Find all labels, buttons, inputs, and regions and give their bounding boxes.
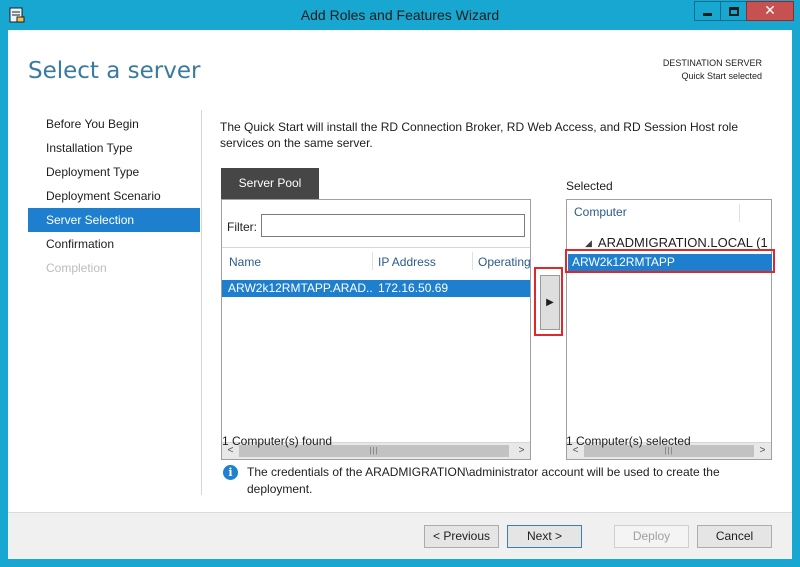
wizard-nav: Before You Begin Installation Type Deplo… — [28, 112, 200, 280]
next-button[interactable]: Next > — [507, 525, 582, 548]
nav-item-installation-type[interactable]: Installation Type — [28, 136, 200, 160]
nav-item-before-you-begin[interactable]: Before You Begin — [28, 112, 200, 136]
tab-server-pool[interactable]: Server Pool — [221, 168, 319, 199]
previous-button[interactable]: < Previous — [424, 525, 499, 548]
column-header-computer[interactable]: Computer — [574, 205, 627, 219]
column-header-operating[interactable]: Operating — [478, 255, 531, 269]
destination-server-label: DESTINATION SERVER — [662, 58, 762, 68]
column-divider[interactable] — [472, 252, 473, 270]
info-text: The credentials of the ARADMIGRATION\adm… — [247, 465, 720, 496]
table-row[interactable]: ARW2k12RMTAPP.ARAD... 172.16.50.69 — [222, 280, 530, 297]
nav-item-deployment-type[interactable]: Deployment Type — [28, 160, 200, 184]
footer-bar: < Previous Next > Deploy Cancel — [8, 512, 792, 559]
title-bar: Add Roles and Features Wizard ✕ — [0, 0, 800, 30]
scroll-right-arrow-icon[interactable]: > — [754, 443, 771, 459]
minimize-icon — [703, 12, 712, 16]
scroll-grip-icon: ||| — [369, 446, 379, 455]
maximize-button[interactable] — [720, 1, 747, 21]
cell-name: ARW2k12RMTAPP.ARAD... — [228, 281, 373, 295]
found-count: 1 Computer(s) found — [222, 434, 333, 448]
column-header-ip-address[interactable]: IP Address — [378, 255, 436, 269]
intro-text: The Quick Start will install the RD Conn… — [220, 120, 738, 150]
column-divider[interactable] — [372, 252, 373, 270]
nav-item-confirmation[interactable]: Confirmation — [28, 232, 200, 256]
arrow-right-icon: ▶ — [546, 297, 554, 308]
window-title: Add Roles and Features Wizard — [300, 7, 500, 23]
selected-count: 1 Computer(s) selected — [566, 434, 691, 448]
add-server-button[interactable]: ▶ — [540, 275, 560, 330]
info-icon: i — [223, 465, 238, 480]
nav-item-server-selection[interactable]: Server Selection — [28, 208, 200, 232]
wizard-client-area: Select a server DESTINATION SERVER Quick… — [8, 30, 792, 559]
domain-group[interactable]: ◢ ARADMIGRATION.LOCAL (1 — [585, 235, 768, 250]
scroll-grip-icon: ||| — [664, 446, 674, 455]
close-button[interactable]: ✕ — [746, 1, 794, 21]
nav-item-deployment-scenario[interactable]: Deployment Scenario — [28, 184, 200, 208]
selected-panel: Computer ◢ ARADMIGRATION.LOCAL (1 ARW2k12… — [566, 199, 772, 460]
minimize-button[interactable] — [694, 1, 721, 21]
deploy-button: Deploy — [614, 525, 689, 548]
maximize-icon — [728, 6, 739, 16]
cancel-button[interactable]: Cancel — [697, 525, 772, 548]
domain-group-label: ARADMIGRATION.LOCAL (1 — [597, 235, 768, 250]
cell-ip-address: 172.16.50.69 — [378, 281, 449, 295]
destination-server: DESTINATION SERVER Quick Start selected — [663, 57, 762, 83]
close-icon: ✕ — [764, 3, 776, 19]
destination-server-value: Quick Start selected — [681, 71, 762, 81]
page-title: Select a server — [28, 58, 201, 84]
column-divider[interactable] — [739, 204, 740, 222]
nav-divider — [201, 110, 202, 495]
filter-input[interactable] — [261, 214, 525, 237]
filter-label: Filter: — [227, 220, 257, 234]
scroll-right-arrow-icon[interactable]: > — [513, 443, 530, 459]
column-header-name[interactable]: Name — [229, 255, 261, 269]
server-pool-header: Name IP Address Operating — [222, 247, 531, 273]
nav-item-completion: Completion — [46, 261, 107, 275]
selected-row-highlight — [565, 249, 775, 273]
collapse-triangle-icon[interactable]: ◢ — [585, 238, 592, 249]
server-pool-panel: Filter: Name IP Address Operating ARW2k1… — [221, 199, 531, 460]
selected-label: Selected — [566, 179, 613, 193]
